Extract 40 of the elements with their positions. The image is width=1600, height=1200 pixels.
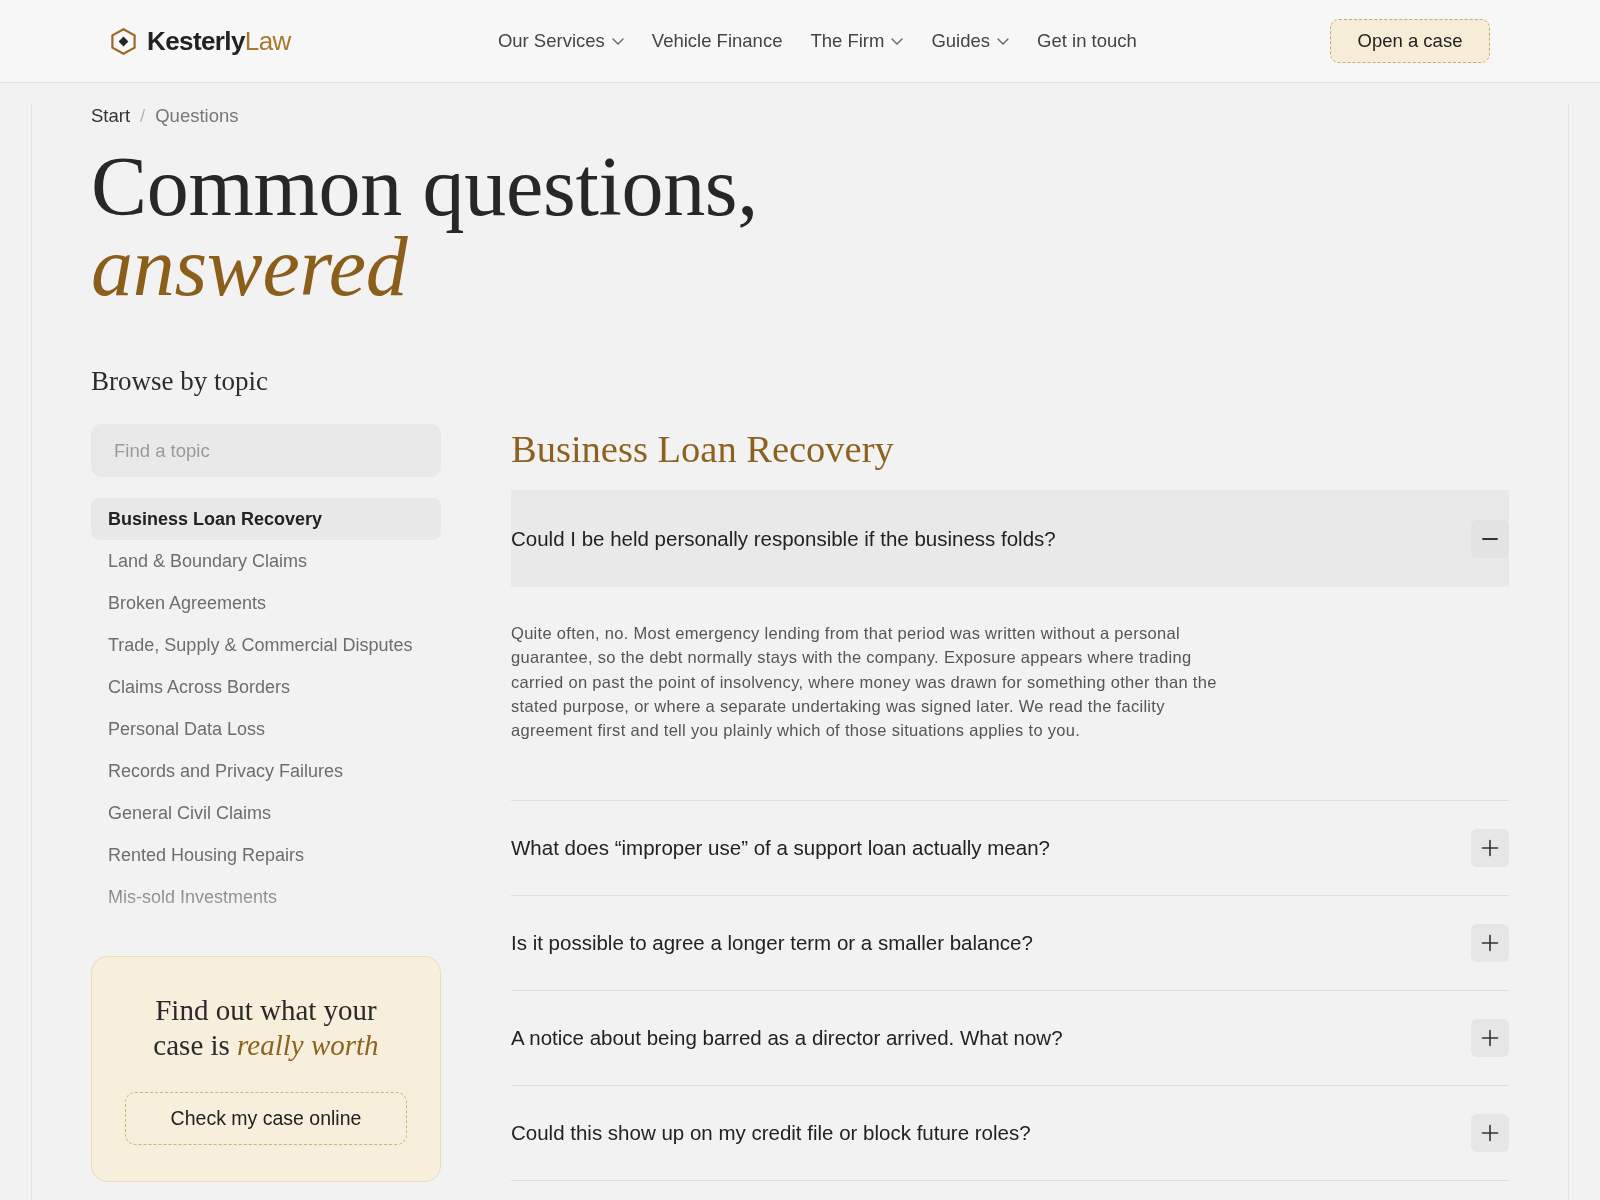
topic-link[interactable]: Claims Across Borders: [91, 666, 441, 708]
hexagon-logo-icon: [111, 27, 136, 55]
topic-link[interactable]: General Civil Claims: [91, 792, 441, 834]
faq-question[interactable]: Could I be held personally responsible if the business folds?: [511, 490, 1509, 587]
topic-link[interactable]: Personal Data Loss: [91, 708, 441, 750]
topic-link[interactable]: Records and Privacy Failures: [91, 750, 441, 792]
promo-heading: Find out what your case is really worth: [152, 993, 380, 1063]
plus-icon: [1471, 1114, 1509, 1153]
nav-link[interactable]: The Firm: [810, 30, 904, 52]
chevron-down-icon: [997, 37, 1010, 45]
topic-link[interactable]: Trade, Supply & Commercial Disputes: [91, 624, 441, 666]
plus-icon: [1471, 924, 1509, 963]
sidebar-heading: Browse by topic: [91, 365, 269, 398]
topic-search-field[interactable]: Find a topic: [91, 424, 441, 477]
faq-question[interactable]: What does “improper use” of a support loan actually mean?: [511, 801, 1509, 896]
chevron-down-icon: [611, 37, 624, 45]
page-title: Common questions, answered: [91, 147, 759, 307]
faq-question[interactable]: A notice about being barred as a director arrived. What now?: [511, 991, 1509, 1086]
brand-logo[interactable]: KesterlyLaw: [147, 25, 291, 57]
topic-link[interactable]: Business Loan Recovery: [91, 498, 441, 540]
breadcrumb-current: Questions: [155, 105, 239, 127]
nav-link[interactable]: Get in touch: [1037, 30, 1137, 52]
breadcrumb-link[interactable]: Start: [91, 105, 131, 127]
topic-link[interactable]: Rented Housing Repairs: [91, 834, 441, 876]
faq-answer: Quite often, no. Most emergency lending from that period was written without a personal guarantee, so the debt normally stays with the company. Exposure appears where trading carried on past the point of insolvency, where money was drawn for something other than the stated purpose, or where a separate undertaking was signed later. We read the facility agreement first and tell you plainly which of those situations applies to you.: [511, 623, 1218, 742]
nav-link[interactable]: Our Services: [497, 30, 624, 52]
plus-icon: [1471, 1019, 1509, 1058]
section-heading: Business Loan Recovery: [511, 427, 895, 472]
faq-question[interactable]: Is it possible to agree a longer term or a smaller balance?: [511, 896, 1509, 991]
topic-link[interactable]: Broken Agreements: [91, 582, 441, 624]
breadcrumb-separator: /: [140, 105, 146, 127]
topic-link[interactable]: Land & Boundary Claims: [91, 540, 441, 582]
minus-icon: [1471, 519, 1509, 558]
faq-question[interactable]: Could this show up on my credit file or block future roles?: [511, 1086, 1509, 1181]
chevron-down-icon: [891, 37, 904, 45]
nav-link[interactable]: Vehicle Finance: [651, 30, 783, 52]
check-case-button[interactable]: Check my case online: [125, 1092, 407, 1145]
open-case-button[interactable]: Open a case: [1330, 19, 1490, 63]
plus-icon: [1471, 829, 1509, 868]
nav-link[interactable]: Guides: [931, 30, 1010, 52]
